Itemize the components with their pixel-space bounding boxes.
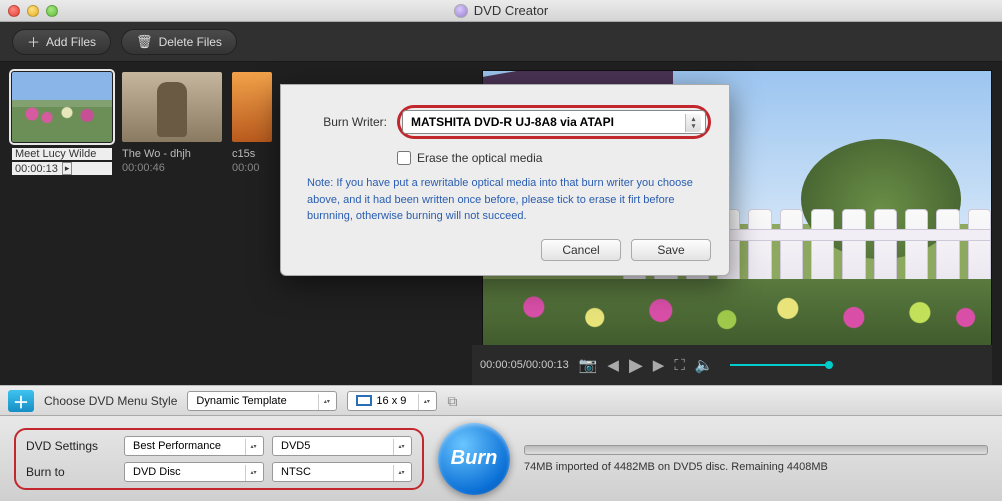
clip-title: c15s — [232, 148, 272, 160]
add-files-label: Add Files — [46, 35, 96, 49]
clip-duration: 00:00:46 — [122, 162, 222, 174]
chevron-updown-icon: ▴▾ — [245, 465, 261, 481]
aspect-ratio-value: 16 x 9 — [376, 395, 406, 407]
window-title: DVD Creator — [474, 3, 548, 18]
capacity-text: 74MB imported of 4482MB on DVD5 disc. Re… — [524, 461, 988, 473]
chevron-updown-icon: ▴▾ — [245, 439, 261, 455]
capacity-status: 74MB imported of 4482MB on DVD5 disc. Re… — [524, 445, 988, 473]
delete-files-label: Delete Files — [159, 35, 222, 49]
aspect-ratio-icon — [356, 395, 372, 406]
volume-icon[interactable]: 🔈 — [695, 356, 714, 374]
main-toolbar: ＋ Add Files 🗑 Delete Files — [0, 22, 1002, 62]
clip-thumbnail — [122, 72, 222, 142]
snapshot-button[interactable]: 📷 — [579, 356, 598, 374]
volume-slider[interactable] — [730, 364, 830, 366]
chevron-updown-icon: ▴▾ — [418, 394, 434, 410]
add-file-icon: ＋ — [27, 32, 40, 51]
burn-target-value: DVD Disc — [133, 466, 181, 478]
burn-writer-label: Burn Writer: — [299, 115, 387, 129]
fullscreen-button[interactable]: ⛶ — [674, 357, 685, 374]
burn-writer-value: MATSHITA DVD-R UJ-8A8 via ATAPI — [411, 115, 614, 129]
burn-button[interactable]: Burn — [438, 423, 510, 495]
burn-to-label: Burn to — [26, 465, 116, 479]
chevron-updown-icon: ▴▾ — [393, 439, 409, 455]
cancel-button[interactable]: Cancel — [541, 239, 621, 261]
clip-title: Meet Lucy Wilde — [12, 148, 112, 160]
duplicate-icon[interactable]: ⧉ — [447, 393, 463, 409]
erase-checkbox-input[interactable] — [397, 151, 411, 165]
dialog-note: Note: If you have put a rewritable optic… — [307, 175, 711, 225]
clip-duration: 00:00:13 ▸ — [12, 162, 112, 175]
clip-item[interactable]: The Wo - dhjh 00:00:46 — [122, 72, 222, 175]
burn-writer-dialog: Burn Writer: MATSHITA DVD-R UJ-8A8 via A… — [280, 84, 730, 276]
template-select[interactable]: Dynamic Template ▴▾ — [187, 391, 337, 411]
clip-item[interactable]: Meet Lucy Wilde 00:00:13 ▸ — [12, 72, 112, 175]
clip-item[interactable]: c15s 00:00 — [232, 72, 272, 175]
delete-files-button[interactable]: 🗑 Delete Files — [121, 29, 237, 55]
app-icon — [454, 4, 468, 18]
clip-thumbnail — [12, 72, 112, 142]
burn-writer-select[interactable]: MATSHITA DVD-R UJ-8A8 via ATAPI ▴▾ — [402, 110, 706, 134]
add-files-button[interactable]: ＋ Add Files — [12, 29, 111, 55]
clip-title: The Wo - dhjh — [122, 148, 222, 160]
next-button[interactable]: ▶ — [653, 356, 665, 374]
aspect-ratio-select[interactable]: 16 x 9 ▴▾ — [347, 391, 437, 411]
disc-type-select[interactable]: DVD5 ▴▾ — [272, 436, 412, 456]
erase-label: Erase the optical media — [417, 151, 542, 165]
main-area: Meet Lucy Wilde 00:00:13 ▸ The Wo - dhjh… — [0, 62, 1002, 385]
add-menu-style-button[interactable]: ＋ — [8, 390, 34, 412]
window-titlebar: DVD Creator — [0, 0, 1002, 22]
choose-menu-label: Choose DVD Menu Style — [44, 394, 177, 408]
prev-button[interactable]: ◀ — [607, 356, 619, 374]
performance-select[interactable]: Best Performance ▴▾ — [124, 436, 264, 456]
tv-standard-select[interactable]: NTSC ▴▾ — [272, 462, 412, 482]
save-button[interactable]: Save — [631, 239, 711, 261]
bottom-bar: DVD Settings Best Performance ▴▾ DVD5 ▴▾… — [0, 415, 1002, 501]
menu-style-bar: ＋ Choose DVD Menu Style Dynamic Template… — [0, 385, 1002, 415]
edit-clip-icon[interactable]: ▸ — [62, 162, 73, 175]
play-button[interactable]: ▶ — [629, 355, 643, 376]
performance-value: Best Performance — [133, 440, 221, 452]
clip-thumbnail — [232, 72, 272, 142]
trash-icon: 🗑 — [136, 34, 153, 50]
chevron-updown-icon: ▴▾ — [318, 394, 334, 410]
dvd-settings-label: DVD Settings — [26, 439, 116, 453]
chevron-updown-icon: ▴▾ — [393, 465, 409, 481]
chevron-updown-icon: ▴▾ — [685, 114, 701, 132]
capacity-progress-bar — [524, 445, 988, 455]
erase-media-checkbox[interactable]: Erase the optical media — [397, 151, 711, 165]
clip-duration: 00:00 — [232, 162, 272, 174]
playback-time: 00:00:05/00:00:13 — [480, 359, 569, 371]
template-value: Dynamic Template — [196, 395, 286, 407]
burn-button-label: Burn — [451, 447, 498, 470]
burn-target-select[interactable]: DVD Disc ▴▾ — [124, 462, 264, 482]
dvd-settings-group: DVD Settings Best Performance ▴▾ DVD5 ▴▾… — [14, 428, 424, 490]
tv-standard-value: NTSC — [281, 466, 311, 478]
disc-type-value: DVD5 — [281, 440, 310, 452]
